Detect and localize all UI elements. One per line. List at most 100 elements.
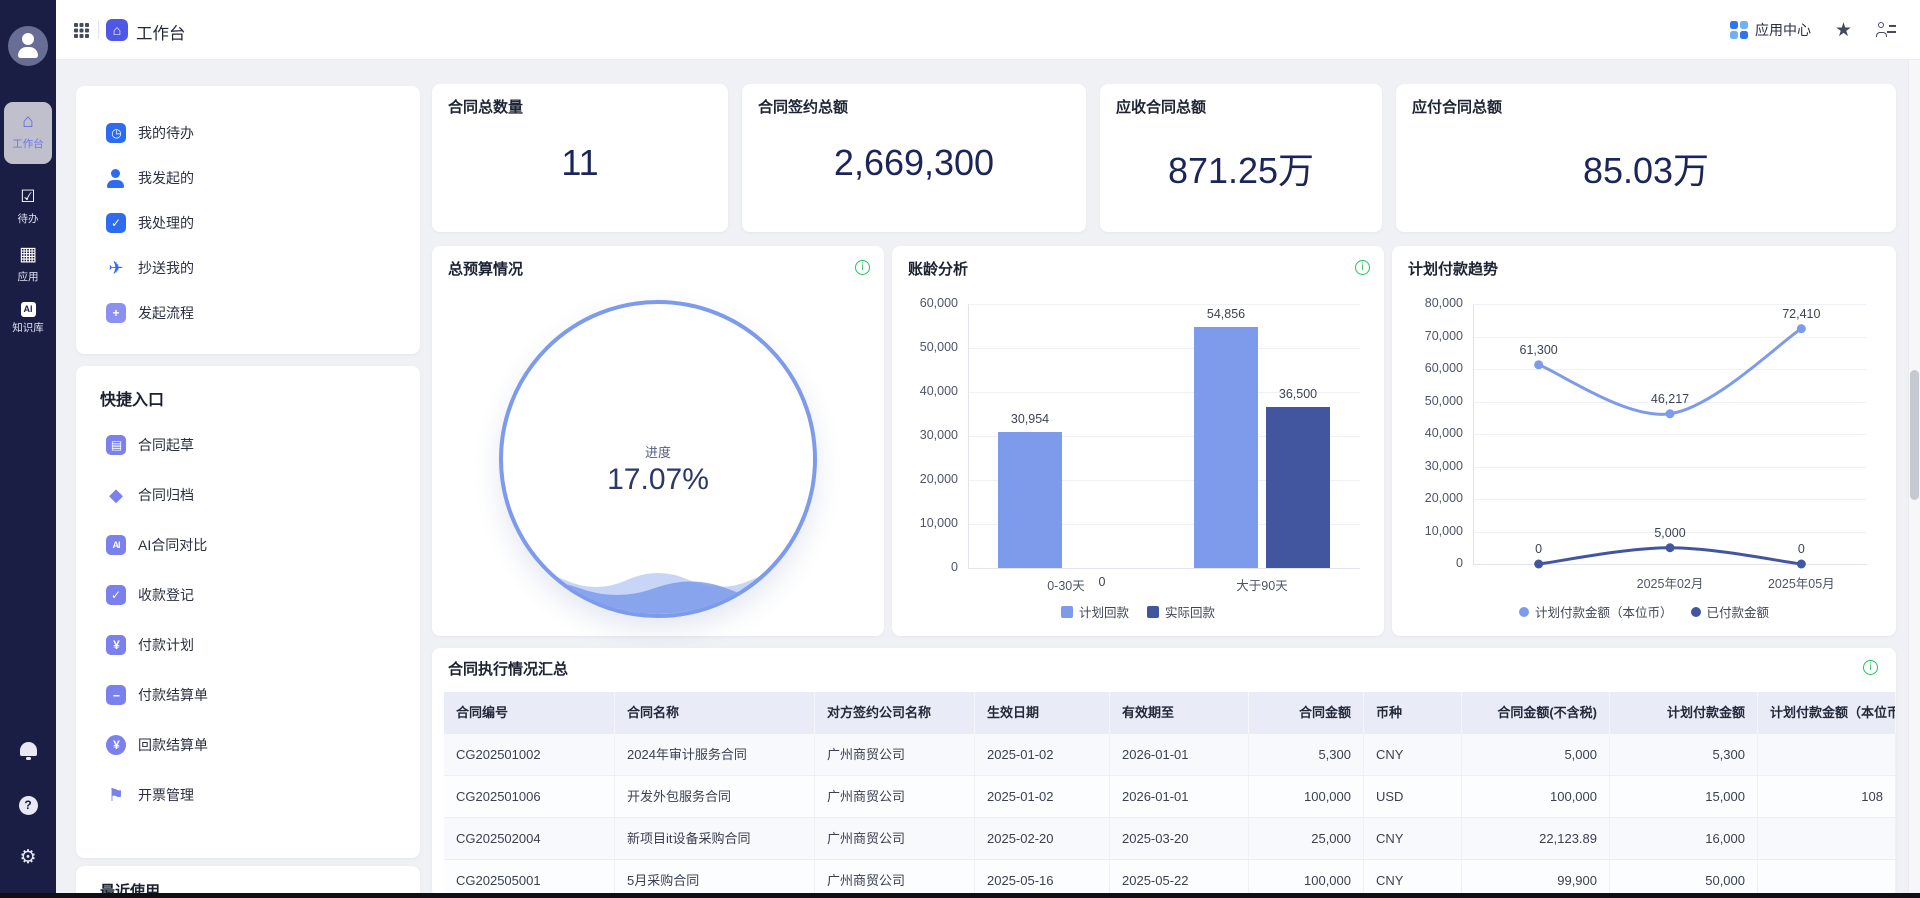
sidebar-item[interactable]: ✓ 收款登记 — [76, 570, 420, 620]
favorite-star-icon[interactable]: ★ — [1835, 21, 1852, 40]
chart-legend: 计划回款 实际回款 — [892, 602, 1384, 621]
top-bar: ⌂ 工作台 应用中心 ★ — [56, 0, 1920, 60]
kpi-title: 合同总数量 — [448, 96, 523, 117]
sidebar-item-label: 发起流程 — [138, 303, 194, 323]
knowledge-ai-icon: AI — [21, 302, 36, 317]
table-cell: CNY — [1364, 818, 1462, 859]
rail-item-apps[interactable]: ▦ 应用 — [0, 244, 56, 284]
sidebar-item[interactable]: ✈抄送我的 — [76, 245, 420, 290]
column-header: 生效日期 — [975, 692, 1110, 734]
table-row[interactable]: CG202501006开发外包服务合同广州商贸公司2025-01-022026-… — [444, 776, 1896, 818]
home-icon: ⌂ — [4, 111, 52, 133]
ai-compare-icon: AI — [106, 535, 126, 555]
column-header: 合同名称 — [615, 692, 815, 734]
kpi-title: 应付合同总额 — [1412, 96, 1502, 117]
table-cell: CG202501006 — [444, 776, 615, 817]
gear-icon: ⚙ — [19, 848, 36, 867]
sidebar-item[interactable]: ¥回款结算单 — [76, 720, 420, 770]
legend-item[interactable]: 实际回款 — [1147, 602, 1215, 621]
sidebar-item[interactable]: 我发起的 — [76, 155, 420, 200]
sidebar-item[interactable]: ◷我的待办 — [76, 110, 420, 155]
app-launcher-icon[interactable] — [74, 23, 78, 27]
rail-item-todo[interactable]: ☑ 待办 — [0, 186, 56, 226]
table-cell: USD — [1364, 776, 1462, 817]
app-center-icon — [1730, 21, 1748, 39]
table-cell: CNY — [1364, 734, 1462, 775]
kpi-title: 应收合同总额 — [1116, 96, 1206, 117]
help-button[interactable] — [0, 796, 56, 815]
question-icon — [19, 796, 38, 815]
gauge-label: 进度 — [503, 442, 813, 461]
kpi-value: 11 — [432, 142, 728, 184]
kpi-value: 85.03万 — [1396, 142, 1896, 194]
window-bottom-edge — [0, 893, 1920, 898]
rail-item-knowledge[interactable]: AI 知识库 — [0, 299, 56, 335]
budget-gauge-panel: 总预算情况 进度 17.07% — [432, 246, 884, 636]
avatar-body-icon — [18, 47, 38, 58]
table-cell: 2026-01-01 — [1110, 734, 1249, 775]
bell-icon — [20, 742, 37, 756]
clipboard-check-icon: ✓ — [106, 213, 126, 233]
legend-marker-icon — [1061, 606, 1073, 618]
table-row[interactable]: CG2025010022024年审计服务合同广州商贸公司2025-01-0220… — [444, 734, 1896, 776]
sidebar-item[interactable]: ¥付款计划 — [76, 620, 420, 670]
sidebar-item-label: 我发起的 — [138, 168, 194, 188]
legend-marker-icon — [1691, 607, 1701, 617]
table-cell: 16,000 — [1610, 818, 1758, 859]
column-header: 有效期至 — [1110, 692, 1249, 734]
sidebar-item[interactable]: --付款结算单 — [76, 670, 420, 720]
sidebar-item-label: 合同起草 — [138, 435, 194, 455]
sidebar-item[interactable]: ⚑开票管理 — [76, 770, 420, 820]
table-cell: 22,123.89 — [1462, 818, 1610, 859]
settings-button[interactable]: ⚙ — [0, 848, 56, 867]
receipt-check-icon: ✓ — [106, 585, 126, 605]
rail-item-workbench[interactable]: ⌂ 工作台 — [4, 102, 52, 164]
gauge-value: 17.07% — [503, 463, 813, 497]
table-cell: 开发外包服务合同 — [615, 776, 815, 817]
sidebar-item[interactable]: ✓我处理的 — [76, 200, 420, 245]
legend-label: 实际回款 — [1165, 602, 1215, 621]
column-header: 计划付款金额（本位币） — [1758, 692, 1896, 734]
payment-statement-icon: -- — [106, 685, 126, 705]
user-icon — [106, 168, 126, 188]
payment-trend-line-chart: 010,00020,00030,00040,00050,00060,00070,… — [1392, 246, 1896, 636]
legend-item[interactable]: 计划回款 — [1061, 602, 1129, 621]
quick-entry-title: 快捷入口 — [100, 386, 164, 410]
legend-marker-icon — [1147, 606, 1159, 618]
rail-item-label: 工作台 — [4, 136, 52, 151]
sidebar-item[interactable]: AIAI合同对比 — [76, 520, 420, 570]
rail-item-label: 应用 — [0, 269, 56, 284]
start-flow-plus-icon: + — [106, 303, 126, 323]
sidebar-item-label: 收款登记 — [138, 585, 194, 605]
table-cell: 广州商贸公司 — [815, 734, 975, 775]
panel-title: 总预算情况 — [448, 258, 523, 279]
sidebar-menu: ◷我的待办我发起的 ✓我处理的✈抄送我的 + 发起流程 — [76, 110, 420, 335]
table-cell: 广州商贸公司 — [815, 776, 975, 817]
legend-item[interactable]: 已付款金额 — [1691, 602, 1770, 621]
table-cell: CG202502004 — [444, 818, 615, 859]
workbench-page: ⌂ 工作台 ☑ 待办 ▦ 应用 AI 知识库 ⚙ ⌂ 工作台 应用中心 ★ — [0, 0, 1920, 898]
left-rail: ⌂ 工作台 ☑ 待办 ▦ 应用 AI 知识库 ⚙ — [0, 0, 56, 898]
kpi-card-contract-count: 合同总数量 11 — [432, 84, 728, 232]
legend-item[interactable]: 计划付款金额（本位币） — [1519, 602, 1673, 621]
sidebar-item-label: 抄送我的 — [138, 258, 194, 278]
gauge-center-text: 进度 17.07% — [503, 442, 813, 497]
sidebar-item-label: 开票管理 — [138, 785, 194, 805]
sidebar-item[interactable]: ◆合同归档 — [76, 470, 420, 520]
user-avatar[interactable] — [8, 26, 48, 66]
sidebar-item-label: 付款计划 — [138, 635, 194, 655]
table-title: 合同执行情况汇总 — [448, 658, 568, 679]
sidebar-item[interactable]: + 发起流程 — [76, 290, 420, 335]
scrollbar-thumb[interactable] — [1910, 370, 1919, 500]
todo-icon: ☑ — [0, 186, 56, 208]
app-center-button[interactable]: 应用中心 — [1730, 20, 1811, 40]
home-badge-icon[interactable]: ⌂ — [106, 19, 128, 41]
sidebar-item[interactable]: ▤合同起草 — [76, 420, 420, 470]
info-icon[interactable] — [855, 260, 870, 275]
table-row[interactable]: CG202502004新项目it设备采购合同广州商贸公司2025-02-2020… — [444, 818, 1896, 860]
info-icon[interactable] — [1863, 660, 1878, 675]
legend-label: 已付款金额 — [1707, 602, 1770, 621]
notifications-button[interactable] — [0, 742, 56, 756]
account-settings-icon[interactable] — [1876, 22, 1896, 38]
apps-grid-icon: ▦ — [0, 244, 56, 266]
